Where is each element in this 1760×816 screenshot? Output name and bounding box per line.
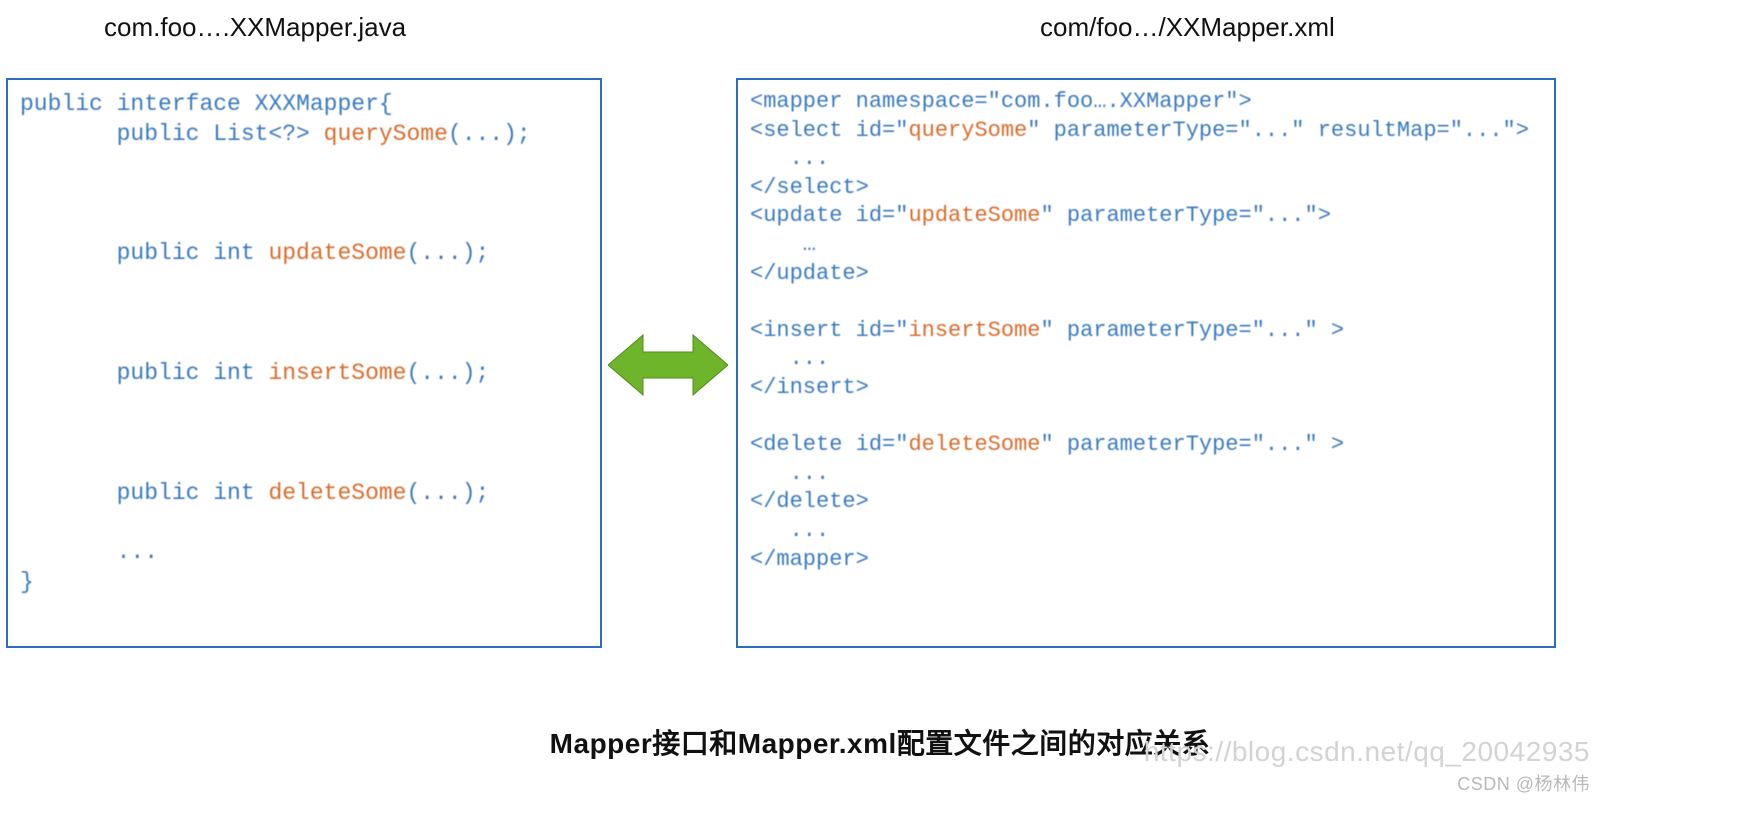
xml-code: <mapper namespace="com.foo….XXMapper"> <…: [738, 80, 1554, 582]
xml-file-title: com/foo…/XXMapper.xml: [1040, 12, 1335, 43]
java-code: public interface XXXMapper{ public List<…: [8, 80, 600, 606]
double-arrow-icon: [608, 330, 728, 400]
java-file-title: com.foo….XXMapper.java: [104, 12, 406, 43]
xml-code-box: <mapper namespace="com.foo….XXMapper"> <…: [736, 78, 1556, 648]
diagram-caption: Mapper接口和Mapper.xml配置文件之间的对应关系: [550, 722, 1211, 762]
watermark-author: CSDN @杨林伟: [1457, 770, 1590, 796]
java-code-box: public interface XXXMapper{ public List<…: [6, 78, 602, 648]
watermark-link: https://blog.csdn.net/qq_20042935: [1144, 736, 1590, 768]
